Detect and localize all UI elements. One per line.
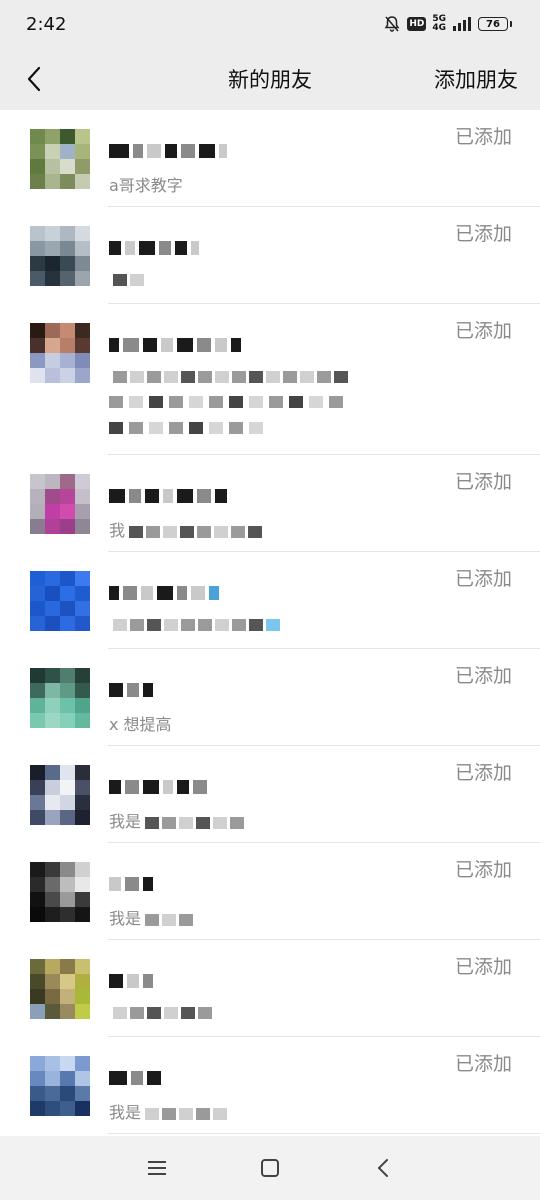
system-nav-bar [0,1136,540,1200]
list-item[interactable]: a哥求教字 已添加 [0,110,540,207]
list-item[interactable]: x 想提高 已添加 [0,649,540,746]
avatar [30,474,90,534]
friend-request-list: a哥求教字 已添加 已添加 已添加 我 已添加 已添加 x 想提高 已添加 我是… [0,110,540,1136]
mute-bell-icon [384,16,400,32]
message-redacted [145,816,245,829]
status-added: 已添加 [454,471,512,493]
message-redacted [113,618,280,631]
back-triangle-icon [378,1159,389,1177]
request-message: 我是 [109,1099,228,1123]
request-message [109,1002,212,1021]
list-item[interactable]: 我是 已添加 [0,843,540,940]
add-friend-button[interactable]: 添加朋友 [434,64,518,94]
contact-name-redacted [109,142,227,160]
battery-icon: 76 [478,17,508,31]
avatar [30,765,90,825]
message-redacted-continued [109,396,343,434]
contact-name-redacted [109,778,207,796]
avatar [30,1056,90,1116]
status-added: 已添加 [454,859,512,881]
avatar [30,862,90,922]
status-time: 2:42 [26,13,67,35]
list-item[interactable]: 已添加 [0,304,540,455]
network-type: 5G 4G [432,14,446,33]
list-item[interactable]: 已添加 [0,940,540,1037]
list-item[interactable]: 我 已添加 [0,455,540,552]
message-redacted [113,370,348,383]
request-message: x 想提高 [109,715,172,734]
system-back-button[interactable] [363,1148,403,1188]
contact-name-redacted [109,239,199,257]
request-message: 我是 [109,808,245,832]
contact-name-redacted [109,584,219,602]
message-redacted [129,525,263,538]
status-added: 已添加 [454,956,512,978]
request-message: a哥求教字 [109,176,183,195]
avatar [30,226,90,286]
request-message [109,269,144,288]
avatar [30,129,90,189]
home-button[interactable] [250,1148,290,1188]
contact-name-redacted [109,875,153,893]
list-item[interactable]: 我是 已添加 [0,746,540,843]
request-message: 我 [109,517,263,541]
battery-tip [510,21,512,27]
avatar [30,959,90,1019]
request-message [109,366,348,385]
status-added: 已添加 [454,223,512,245]
status-added: 已添加 [454,568,512,590]
status-added: 已添加 [454,320,512,342]
list-item[interactable]: 我是 已添加 [0,1037,540,1134]
message-redacted [145,1107,228,1120]
list-item[interactable]: 已添加 [0,207,540,304]
menu-button[interactable] [137,1148,177,1188]
status-bar: 2:42 HD 5G 4G 76 [0,0,540,48]
avatar [30,323,90,383]
signal-icon [453,17,471,31]
status-added: 已添加 [454,126,512,148]
contact-name-redacted [109,681,153,699]
status-added: 已添加 [454,762,512,784]
status-icons: HD 5G 4G 76 [383,15,512,33]
message-redacted [113,1006,212,1019]
back-button[interactable] [14,59,54,99]
back-arrow-icon [27,66,41,92]
nav-bar: 新的朋友 添加朋友 [0,48,540,110]
hd-badge: HD [407,17,427,31]
contact-name-redacted [109,487,227,505]
contact-name-redacted [109,1069,161,1087]
avatar [30,668,90,728]
request-message [109,614,280,633]
status-added: 已添加 [454,1053,512,1075]
status-added: 已添加 [454,665,512,687]
request-message: 我是 [109,905,194,929]
contact-name-redacted [109,336,241,354]
contact-name-redacted [109,972,153,990]
menu-icon [147,1161,166,1175]
message-redacted [145,913,194,926]
message-redacted [113,273,144,286]
home-square-icon [260,1159,279,1177]
avatar [30,571,90,631]
list-item[interactable]: 已添加 [0,552,540,649]
